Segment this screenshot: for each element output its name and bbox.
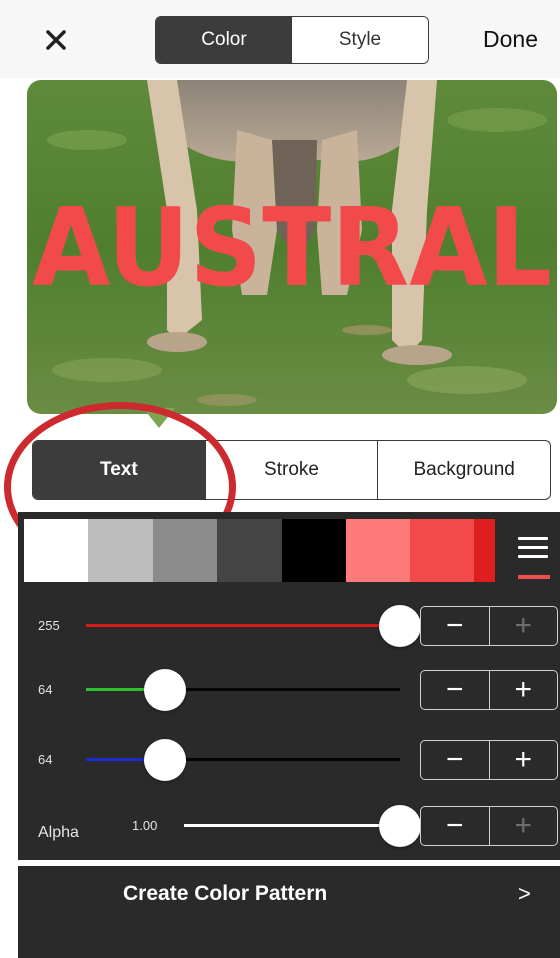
red-slider-track[interactable] xyxy=(86,624,400,627)
red-slider-thumb[interactable] xyxy=(379,605,421,647)
blue-decrement-button[interactable]: − xyxy=(421,741,490,779)
swatch-white[interactable] xyxy=(24,519,88,582)
tab-background[interactable]: Background xyxy=(377,441,550,499)
blue-slider-track[interactable] xyxy=(86,758,400,761)
segment-style[interactable]: Style xyxy=(292,17,428,63)
red-value-label: 255 xyxy=(38,618,60,633)
hamburger-icon[interactable] xyxy=(518,537,548,564)
alpha-label: Alpha xyxy=(38,824,79,841)
alpha-decrement-button[interactable]: − xyxy=(421,807,490,845)
red-increment-button[interactable]: + xyxy=(490,607,558,645)
green-value-label: 64 xyxy=(38,682,53,697)
swatch-light-gray[interactable] xyxy=(88,519,153,582)
preview-image: AUSTRAL xyxy=(27,80,557,414)
tab-stroke[interactable]: Stroke xyxy=(204,441,378,499)
blue-slider-thumb[interactable] xyxy=(143,739,186,781)
swatch-black[interactable] xyxy=(282,519,346,582)
close-icon xyxy=(46,30,66,50)
alpha-slider-row: Alpha 1.00 − + xyxy=(18,798,560,854)
blue-value-label: 64 xyxy=(38,752,53,767)
green-slider-row: 64 − + xyxy=(18,662,560,718)
segment-color[interactable]: Color xyxy=(156,17,292,63)
overlay-text: AUSTRAL xyxy=(32,186,552,311)
tab-text[interactable]: Text xyxy=(33,441,205,499)
create-color-pattern-row[interactable]: Create Color Pattern > xyxy=(18,866,560,958)
swatch-row xyxy=(24,519,495,582)
create-color-pattern-label: Create Color Pattern xyxy=(123,882,328,905)
done-button[interactable]: Done xyxy=(483,26,538,53)
top-bar: Color Style Done xyxy=(0,0,560,78)
preview-pointer xyxy=(143,408,175,428)
swatch-light-red[interactable] xyxy=(346,519,410,582)
alpha-value-label: 1.00 xyxy=(132,818,158,833)
close-button[interactable] xyxy=(38,22,74,58)
swatch-gray[interactable] xyxy=(153,519,217,582)
blue-slider-row: 64 − + xyxy=(18,732,560,788)
alpha-stepper: − + xyxy=(420,806,558,846)
green-decrement-button[interactable]: − xyxy=(421,671,490,709)
blue-increment-button[interactable]: + xyxy=(490,741,558,779)
green-slider-track[interactable] xyxy=(86,688,400,691)
green-slider-thumb[interactable] xyxy=(143,669,186,711)
red-decrement-button[interactable]: − xyxy=(421,607,490,645)
alpha-increment-button[interactable]: + xyxy=(490,807,558,845)
alpha-slider-thumb[interactable] xyxy=(379,805,421,847)
target-tabs: Text Stroke Background xyxy=(32,440,551,500)
green-increment-button[interactable]: + xyxy=(490,671,558,709)
green-stepper: − + xyxy=(420,670,558,710)
swatch-red[interactable] xyxy=(410,519,474,582)
red-slider-row: 255 − + xyxy=(18,598,560,654)
blue-stepper: − + xyxy=(420,740,558,780)
swatch-dark-red[interactable] xyxy=(474,519,495,582)
color-style-segmented-control: Color Style xyxy=(155,16,429,64)
menu-indicator xyxy=(518,575,550,579)
red-stepper: − + xyxy=(420,606,558,646)
kangaroo-photo: AUSTRAL xyxy=(27,80,557,414)
alpha-slider-track[interactable] xyxy=(184,824,400,827)
chevron-right-icon: > xyxy=(518,881,531,906)
swatch-dark-gray[interactable] xyxy=(217,519,282,582)
